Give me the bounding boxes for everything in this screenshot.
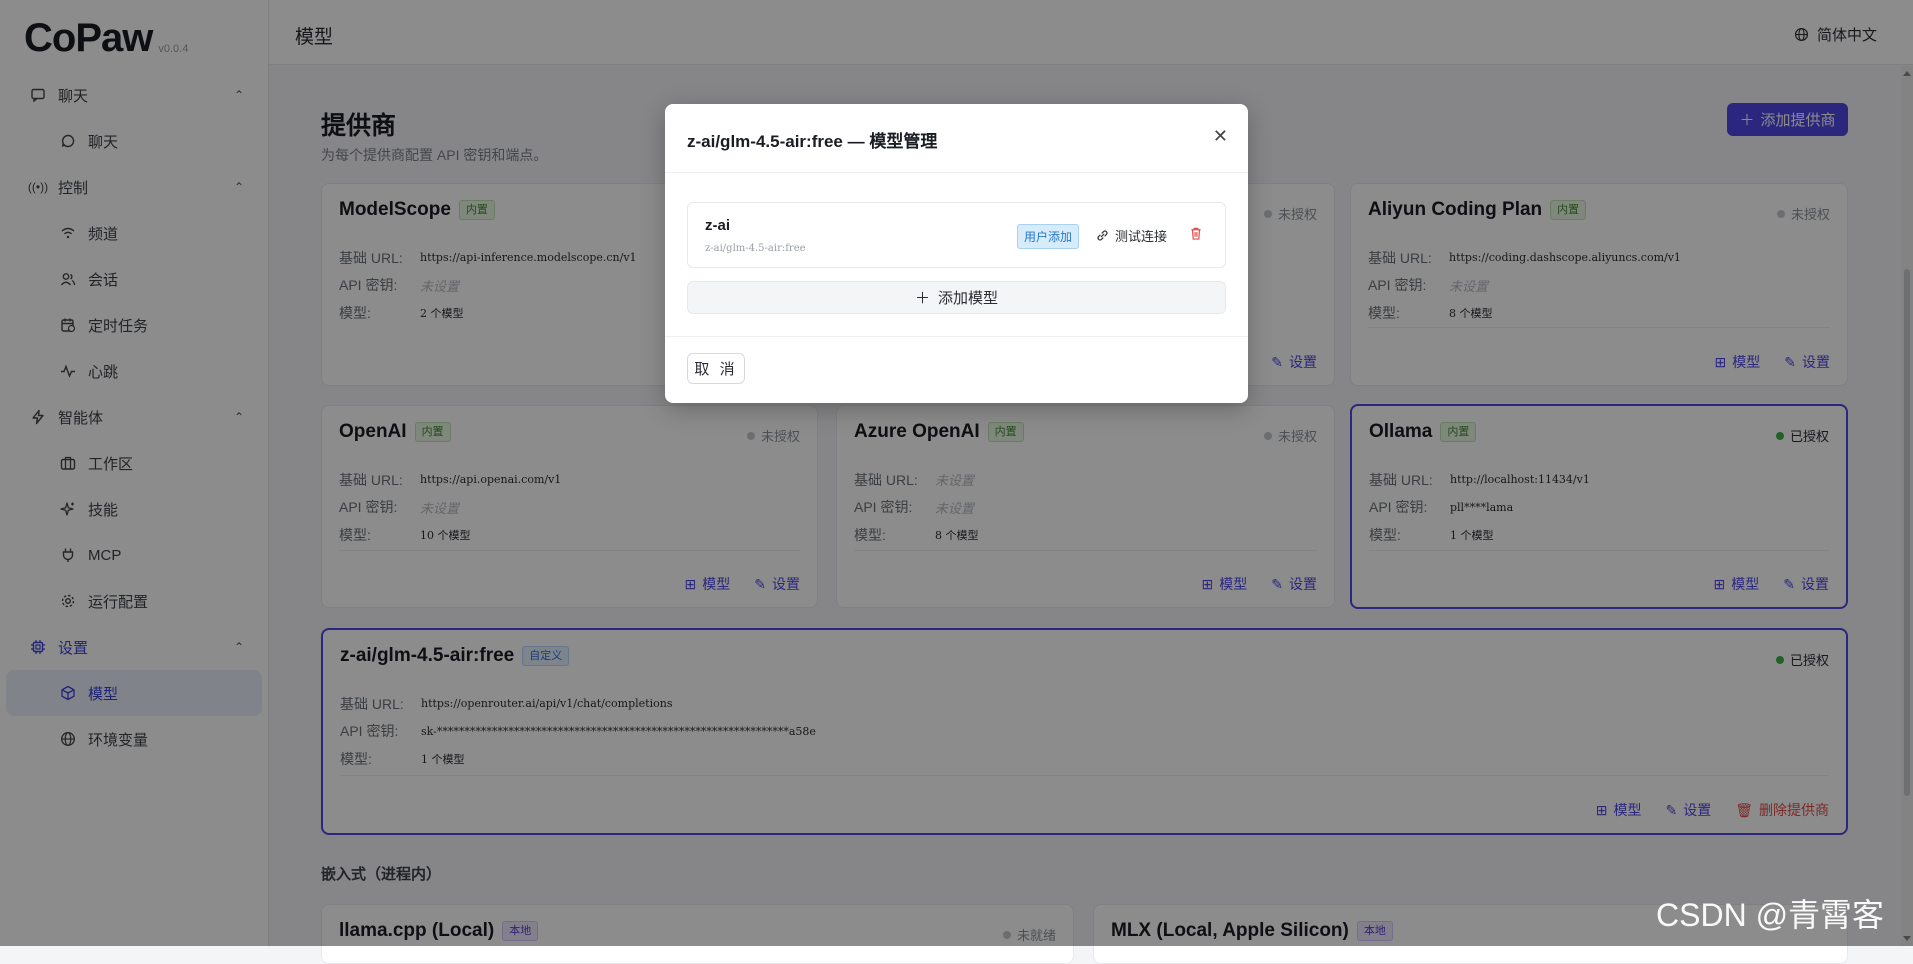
link-icon <box>1096 229 1109 242</box>
model-name: z-ai <box>705 217 731 234</box>
model-id: z-ai/glm-4.5-air:free <box>705 243 806 254</box>
model-list-item: z-ai z-ai/glm-4.5-air:free 用户添加 测试连接 <box>687 202 1226 268</box>
watermark: CSDN @青霄客 <box>1656 897 1885 933</box>
plus-icon: ＋ <box>914 290 930 307</box>
close-icon[interactable]: ✕ <box>1213 126 1228 147</box>
test-connection-label: 测试连接 <box>1115 229 1168 244</box>
divider <box>665 172 1248 173</box>
trash-icon[interactable] <box>1190 227 1202 240</box>
test-connection-button[interactable]: 测试连接 <box>1096 226 1167 245</box>
divider <box>665 336 1248 337</box>
add-model-button[interactable]: ＋ 添加模型 <box>687 281 1226 314</box>
model-management-dialog: z-ai/glm-4.5-air:free — 模型管理 ✕ z-ai z-ai… <box>665 104 1248 403</box>
user-added-tag: 用户添加 <box>1017 224 1080 249</box>
add-model-label: 添加模型 <box>938 290 999 307</box>
dialog-title: z-ai/glm-4.5-air:free — 模型管理 <box>687 132 938 151</box>
cancel-button[interactable]: 取 消 <box>687 353 745 384</box>
